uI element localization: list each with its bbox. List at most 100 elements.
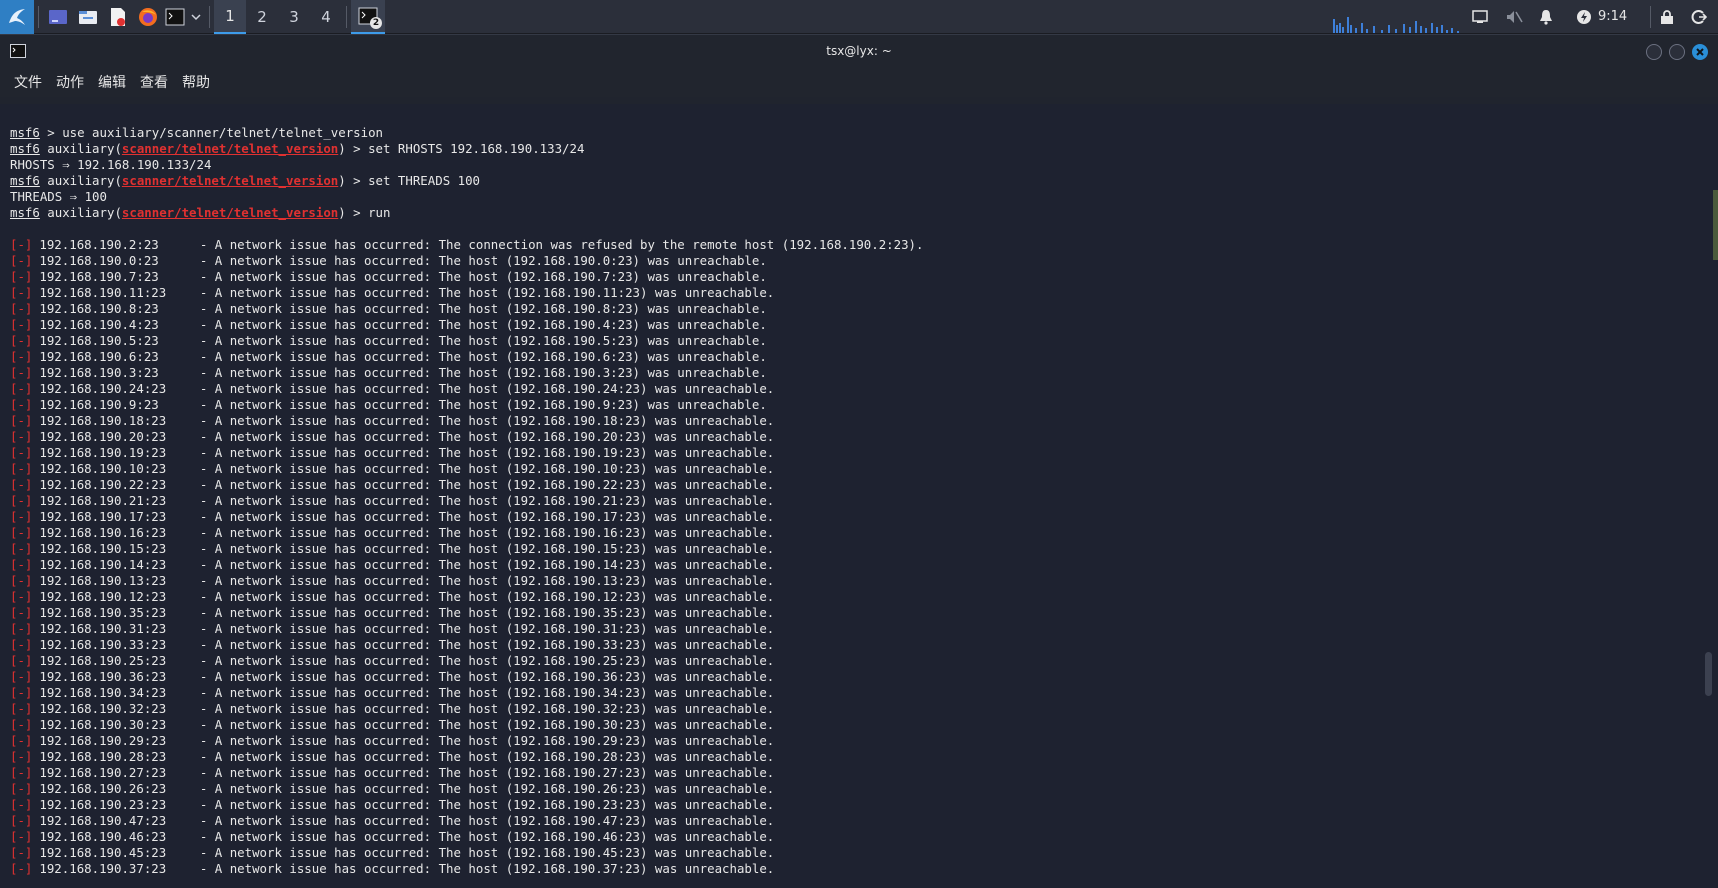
result-message: The host (192.168.190.29:23) was unreach… (438, 733, 775, 748)
prompt-suffix: ) > (338, 205, 369, 220)
result-message: The host (192.168.190.47:23) was unreach… (438, 813, 775, 828)
module-name: scanner/telnet/telnet_version (121, 205, 339, 220)
lock-icon[interactable] (1656, 0, 1678, 34)
error-tag: [-] (10, 861, 33, 876)
show-desktop-icon[interactable] (43, 0, 73, 34)
kali-menu-icon[interactable] (0, 0, 34, 34)
error-tag: [-] (10, 781, 33, 796)
result-line: [-] 192.168.190.7:23 - A network issue ha… (10, 269, 1690, 285)
scrollbar-thumb[interactable] (1705, 652, 1712, 696)
result-host: 192.168.190.30:23 (39, 717, 167, 732)
error-tag: [-] (10, 461, 33, 476)
workspace-2[interactable]: 2 (246, 0, 278, 34)
result-line: [-] 192.168.190.22:23 - A network issue h… (10, 477, 1690, 493)
result-line: [-] 192.168.190.12:23 - A network issue h… (10, 589, 1690, 605)
firefox-icon[interactable] (133, 0, 163, 34)
taskbar-terminal-button[interactable]: 2 (351, 0, 385, 34)
command-text: run (368, 205, 391, 220)
minimize-button[interactable] (1646, 44, 1662, 60)
notifications-icon[interactable] (1535, 0, 1557, 34)
error-tag: [-] (10, 813, 33, 828)
result-message: The host (192.168.190.9:23) was unreacha… (438, 397, 767, 412)
file-manager-icon[interactable] (73, 0, 103, 34)
error-tag: [-] (10, 589, 33, 604)
error-prefix: - A network issue has occurred: (192, 765, 439, 780)
volume-muted-icon[interactable] (1503, 0, 1525, 34)
chevron-down-icon[interactable] (187, 0, 205, 34)
error-prefix: - A network issue has occurred: (192, 621, 439, 636)
result-line: [-] 192.168.190.33:23 - A network issue h… (10, 637, 1690, 653)
error-tag: [-] (10, 445, 33, 460)
error-tag: [-] (10, 493, 33, 508)
result-host: 192.168.190.16:23 (39, 525, 167, 540)
terminal-count-badge: 2 (370, 16, 382, 29)
error-prefix: - A network issue has occurred: (192, 685, 439, 700)
network-icon[interactable] (1469, 0, 1491, 34)
result-host: 192.168.190.24:23 (39, 381, 167, 396)
maximize-button[interactable] (1669, 44, 1685, 60)
error-tag: [-] (10, 349, 33, 364)
result-line: [-] 192.168.190.32:23 - A network issue h… (10, 701, 1690, 717)
result-message: The host (192.168.190.35:23) was unreach… (438, 605, 775, 620)
terminal-output[interactable]: msf6 > use auxiliary/scanner/telnet/teln… (0, 104, 1700, 888)
result-host: 192.168.190.0:23 (39, 253, 159, 268)
prompt-suffix: ) > (338, 173, 369, 188)
result-line: [-] 192.168.190.10:23 - A network issue h… (10, 461, 1690, 477)
terminal-icon[interactable] (163, 0, 187, 34)
result-line: [-] 192.168.190.31:23 - A network issue h… (10, 621, 1690, 637)
menu-edit[interactable]: 编辑 (98, 72, 126, 92)
error-tag: [-] (10, 253, 33, 268)
workspace-3[interactable]: 3 (278, 0, 310, 34)
close-button[interactable] (1692, 44, 1708, 60)
error-prefix: - A network issue has occurred: (192, 845, 439, 860)
result-message: The host (192.168.190.21:23) was unreach… (438, 493, 775, 508)
menu-actions[interactable]: 动作 (56, 72, 84, 92)
error-tag: [-] (10, 381, 33, 396)
result-host: 192.168.190.22:23 (39, 477, 167, 492)
error-prefix: - A network issue has occurred: (192, 525, 439, 540)
result-line: [-] 192.168.190.3:23 - A network issue ha… (10, 365, 1690, 381)
logout-icon[interactable] (1688, 0, 1710, 34)
result-message: The host (192.168.190.8:23) was unreacha… (438, 301, 767, 316)
error-tag: [-] (10, 717, 33, 732)
result-message: The host (192.168.190.31:23) was unreach… (438, 621, 775, 636)
menu-view[interactable]: 查看 (140, 72, 168, 92)
error-tag: [-] (10, 237, 33, 252)
error-prefix: - A network issue has occurred: (192, 445, 439, 460)
result-host: 192.168.190.47:23 (39, 813, 167, 828)
result-line: [-] 192.168.190.30:23 - A network issue h… (10, 717, 1690, 733)
menu-file[interactable]: 文件 (14, 72, 42, 92)
panel-separator (209, 5, 210, 28)
command-line: msf6 auxiliary(scanner/telnet/telnet_ver… (10, 141, 1690, 157)
module-name: scanner/telnet/telnet_version (121, 173, 339, 188)
error-prefix: - A network issue has occurred: (192, 749, 439, 764)
workspace-4[interactable]: 4 (310, 0, 342, 34)
prompt: msf6 (10, 173, 40, 188)
text-editor-icon[interactable] (103, 0, 133, 34)
error-prefix: - A network issue has occurred: (192, 349, 439, 364)
result-message: The host (192.168.190.22:23) was unreach… (438, 477, 775, 492)
error-prefix: - A network issue has occurred: (192, 253, 439, 268)
result-host: 192.168.190.21:23 (39, 493, 167, 508)
result-message: The host (192.168.190.25:23) was unreach… (438, 653, 775, 668)
result-line: [-] 192.168.190.21:23 - A network issue h… (10, 493, 1690, 509)
workspace-1[interactable]: 1 (214, 0, 246, 34)
error-prefix: - A network issue has occurred: (192, 493, 439, 508)
result-host: 192.168.190.33:23 (39, 637, 167, 652)
error-prefix: - A network issue has occurred: (192, 669, 439, 684)
side-panel-edge (1713, 190, 1718, 260)
clock[interactable]: 9:14 (1598, 0, 1627, 34)
result-line: [-] 192.168.190.29:23 - A network issue h… (10, 733, 1690, 749)
prompt: msf6 (10, 125, 40, 140)
result-line: [-] 192.168.190.25:23 - A network issue h… (10, 653, 1690, 669)
result-host: 192.168.190.8:23 (39, 301, 159, 316)
result-message: The host (192.168.190.46:23) was unreach… (438, 829, 775, 844)
result-line: [-] 192.168.190.34:23 - A network issue h… (10, 685, 1690, 701)
error-tag: [-] (10, 701, 33, 716)
menu-help[interactable]: 帮助 (182, 72, 210, 92)
result-host: 192.168.190.14:23 (39, 557, 167, 572)
power-icon[interactable] (1573, 0, 1595, 34)
error-tag: [-] (10, 733, 33, 748)
result-line: [-] 192.168.190.37:23 - A network issue h… (10, 861, 1690, 877)
window-titlebar[interactable]: tsx@lyx: ~ (0, 34, 1718, 67)
